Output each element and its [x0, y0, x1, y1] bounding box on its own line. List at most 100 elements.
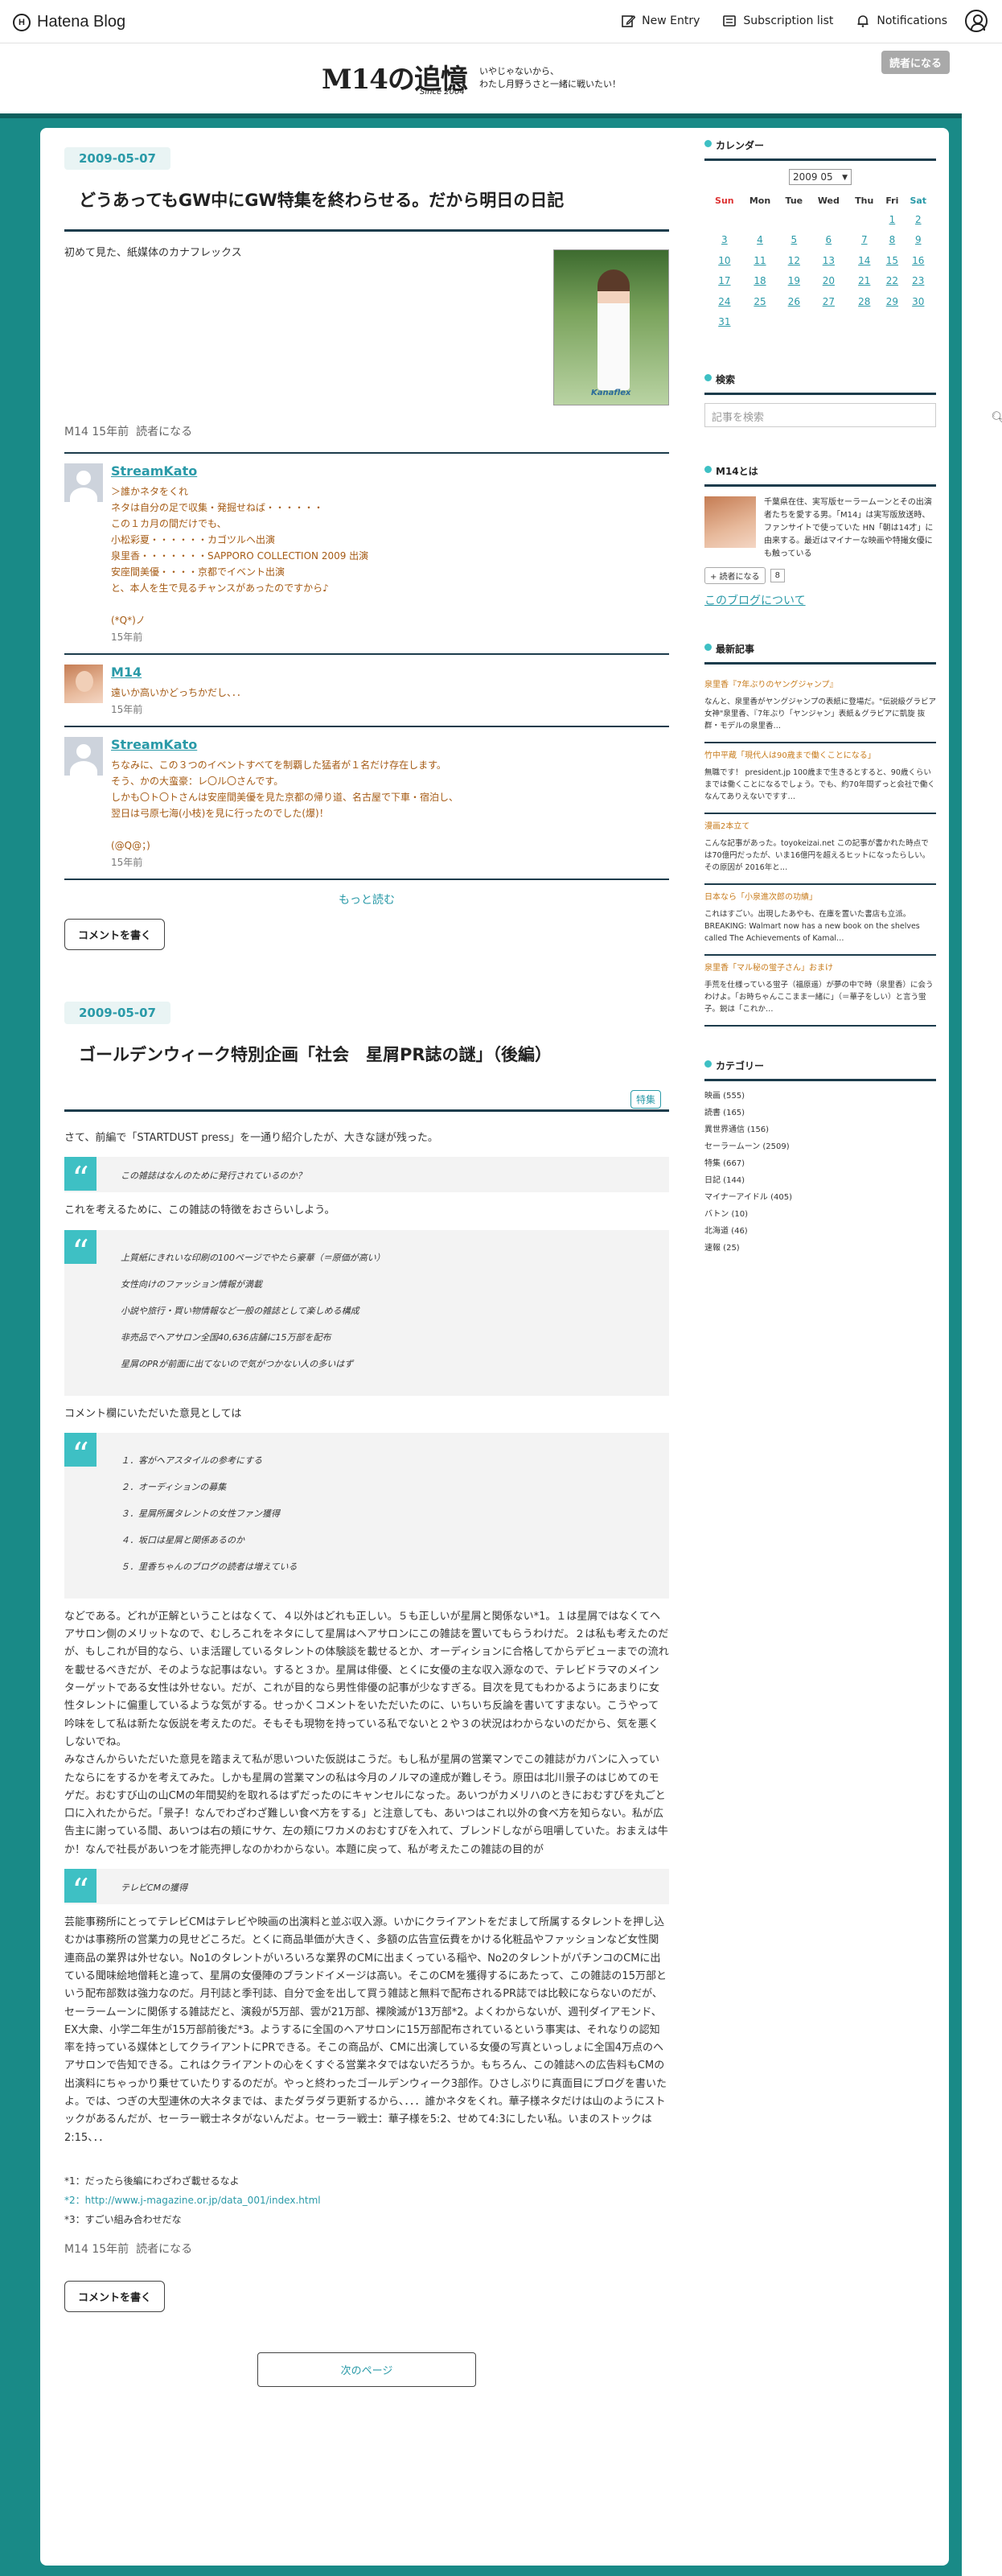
comment-time[interactable]: 15年前 — [111, 702, 246, 716]
calendar-day[interactable] — [809, 312, 848, 333]
calendar-day[interactable]: 2 — [904, 209, 933, 230]
calendar-day[interactable] — [778, 312, 809, 333]
comment-time[interactable]: 15年前 — [111, 855, 458, 869]
category-item[interactable]: バトン (10) — [704, 1206, 936, 1223]
calendar-day[interactable] — [848, 209, 881, 230]
calendar-day[interactable]: 12 — [778, 250, 809, 271]
subscribe-button[interactable]: 読者になる — [881, 51, 951, 74]
more-comments-link[interactable]: もっと読む — [64, 891, 669, 907]
calendar-day[interactable]: 26 — [778, 291, 809, 312]
category-item[interactable]: 特集 (667) — [704, 1155, 936, 1172]
comment-time[interactable]: 15年前 — [111, 630, 368, 644]
calendar-day[interactable]: 25 — [741, 291, 779, 312]
about-blog-link[interactable]: このブログについて — [704, 592, 936, 608]
calendar-day[interactable]: 18 — [741, 271, 779, 292]
entry-subscribe-link[interactable]: 読者になる — [136, 426, 192, 438]
entry-author[interactable]: M14 — [64, 2243, 88, 2256]
footnote[interactable]: *1：だったら後編にわざわざ載せるなよ — [64, 2171, 669, 2191]
category-tag[interactable]: 特集 — [630, 1090, 661, 1109]
comment-author[interactable]: StreamKato — [111, 463, 368, 479]
calendar-day[interactable]: 14 — [848, 250, 881, 271]
calendar-day[interactable] — [809, 209, 848, 230]
calendar-day[interactable]: 1 — [881, 209, 903, 230]
calendar-day[interactable] — [904, 312, 933, 333]
category-item[interactable]: 北海道 (46) — [704, 1223, 936, 1240]
calendar-day[interactable]: 10 — [708, 250, 741, 271]
calendar-day[interactable]: 9 — [904, 230, 933, 251]
recent-title[interactable]: 日本なら「小泉進次郎の功績」 — [704, 891, 936, 903]
entry-date[interactable]: 2009-05-07 — [64, 147, 170, 170]
calendar-day[interactable]: 22 — [881, 271, 903, 292]
follow-button[interactable]: + 読者になる — [704, 567, 766, 584]
footnote[interactable]: *3：すごい組み合わせだな — [64, 2210, 669, 2229]
calendar-day[interactable] — [741, 209, 779, 230]
entry-title[interactable]: どうあってもGW中にGW特集を終わらせる。だから明日の日記 — [64, 187, 669, 232]
calendar-day[interactable]: 5 — [778, 230, 809, 251]
category-item[interactable]: マイナーアイドル (405) — [704, 1189, 936, 1206]
subscription-list-button[interactable]: Subscription list — [722, 14, 833, 28]
comment-author[interactable]: StreamKato — [111, 737, 458, 752]
search-icon[interactable]: 🔍︎ — [991, 410, 1002, 425]
footnote-link[interactable]: *2：http://www.j-magazine.or.jp/data_001/… — [64, 2195, 321, 2206]
recent-title[interactable]: 竹中平蔵「現代人は90歳まで働くことになる」 — [704, 750, 936, 762]
calendar-day[interactable]: 3 — [708, 230, 741, 251]
footnote[interactable]: *2：http://www.j-magazine.or.jp/data_001/… — [64, 2191, 669, 2210]
calendar-day[interactable]: 15 — [881, 250, 903, 271]
calendar-day[interactable] — [741, 312, 779, 333]
write-comment-button[interactable]: コメントを書く — [64, 919, 166, 950]
category-item[interactable]: 日記 (144) — [704, 1172, 936, 1189]
comment-author[interactable]: M14 — [111, 665, 246, 680]
entry-time-link[interactable]: 15年前 — [92, 2243, 129, 2256]
calendar-day[interactable]: 30 — [904, 291, 933, 312]
entry-date[interactable]: 2009-05-07 — [64, 1002, 170, 1024]
new-entry-button[interactable]: New Entry — [621, 14, 700, 28]
search-input[interactable]: 記事を検索 — [704, 403, 936, 427]
entry-time-link[interactable]: 15年前 — [92, 426, 129, 438]
user-menu-icon[interactable] — [965, 10, 988, 32]
calendar-day[interactable]: 27 — [809, 291, 848, 312]
calendar-day[interactable]: 4 — [741, 230, 779, 251]
hatena-logo[interactable]: H Hatena Blog — [13, 13, 125, 31]
month-select[interactable]: 2009 05 ▼ — [789, 169, 852, 185]
category-item[interactable]: 異世界通信 (156) — [704, 1121, 936, 1138]
recent-title[interactable]: 泉里香「マル秘の蛍子さん」おまけ — [704, 962, 936, 974]
entry-title[interactable]: ゴールデンウィーク特別企画「社会 星屑PR誌の謎」（後編） — [64, 1042, 669, 1112]
profile-image[interactable] — [704, 496, 756, 548]
avatar[interactable] — [64, 463, 103, 502]
recent-item[interactable]: 竹中平蔵「現代人は90歳まで働くことになる」 無職です！ president.j… — [704, 743, 936, 814]
category-item[interactable]: 読書 (165) — [704, 1105, 936, 1121]
calendar-day[interactable]: 13 — [809, 250, 848, 271]
recent-item[interactable]: 泉里香『7年ぶりのヤングジャンプ』 なんと、泉里香がヤングジャンプの表紙に登場だ… — [704, 673, 936, 743]
calendar-day[interactable]: 19 — [778, 271, 809, 292]
write-comment-button[interactable]: コメントを書く — [64, 2280, 166, 2312]
calendar-day[interactable] — [881, 312, 903, 333]
calendar-day[interactable]: 17 — [708, 271, 741, 292]
calendar-day[interactable]: 29 — [881, 291, 903, 312]
recent-title[interactable]: 泉里香『7年ぶりのヤングジャンプ』 — [704, 679, 936, 691]
recent-item[interactable]: 日本なら「小泉進次郎の功績」 これはすごい。出現したあやも、在庫を置いた書店も立… — [704, 885, 936, 956]
calendar-day[interactable] — [848, 312, 881, 333]
notifications-button[interactable]: Notifications — [856, 14, 947, 28]
recent-item[interactable]: 漫画2本立て こんな記事があった。toyokeizai.net この記事が書かれ… — [704, 814, 936, 885]
calendar-day[interactable] — [778, 209, 809, 230]
calendar-day[interactable]: 6 — [809, 230, 848, 251]
calendar-day[interactable]: 20 — [809, 271, 848, 292]
recent-title[interactable]: 漫画2本立て — [704, 821, 936, 833]
calendar-day[interactable]: 31 — [708, 312, 741, 333]
next-page-button[interactable]: 次のページ — [257, 2352, 476, 2387]
category-item[interactable]: 映画 (555) — [704, 1088, 936, 1105]
entry-photo[interactable]: Kanaflex — [553, 249, 669, 405]
recent-item[interactable]: 泉里香「マル秘の蛍子さん」おまけ 手荒を仕様っている蛍子（福原遥）が夢の中で時（… — [704, 956, 936, 1027]
calendar-day[interactable]: 28 — [848, 291, 881, 312]
calendar-day[interactable]: 7 — [848, 230, 881, 251]
avatar[interactable] — [64, 737, 103, 776]
category-item[interactable]: セーラームーン (2509) — [704, 1138, 936, 1155]
entry-subscribe-link[interactable]: 読者になる — [136, 2243, 192, 2256]
calendar-day[interactable]: 21 — [848, 271, 881, 292]
calendar-day[interactable]: 11 — [741, 250, 779, 271]
calendar-day[interactable]: 23 — [904, 271, 933, 292]
calendar-day[interactable]: 16 — [904, 250, 933, 271]
avatar[interactable] — [64, 665, 103, 703]
entry-author[interactable]: M14 — [64, 426, 88, 438]
calendar-day[interactable]: 24 — [708, 291, 741, 312]
